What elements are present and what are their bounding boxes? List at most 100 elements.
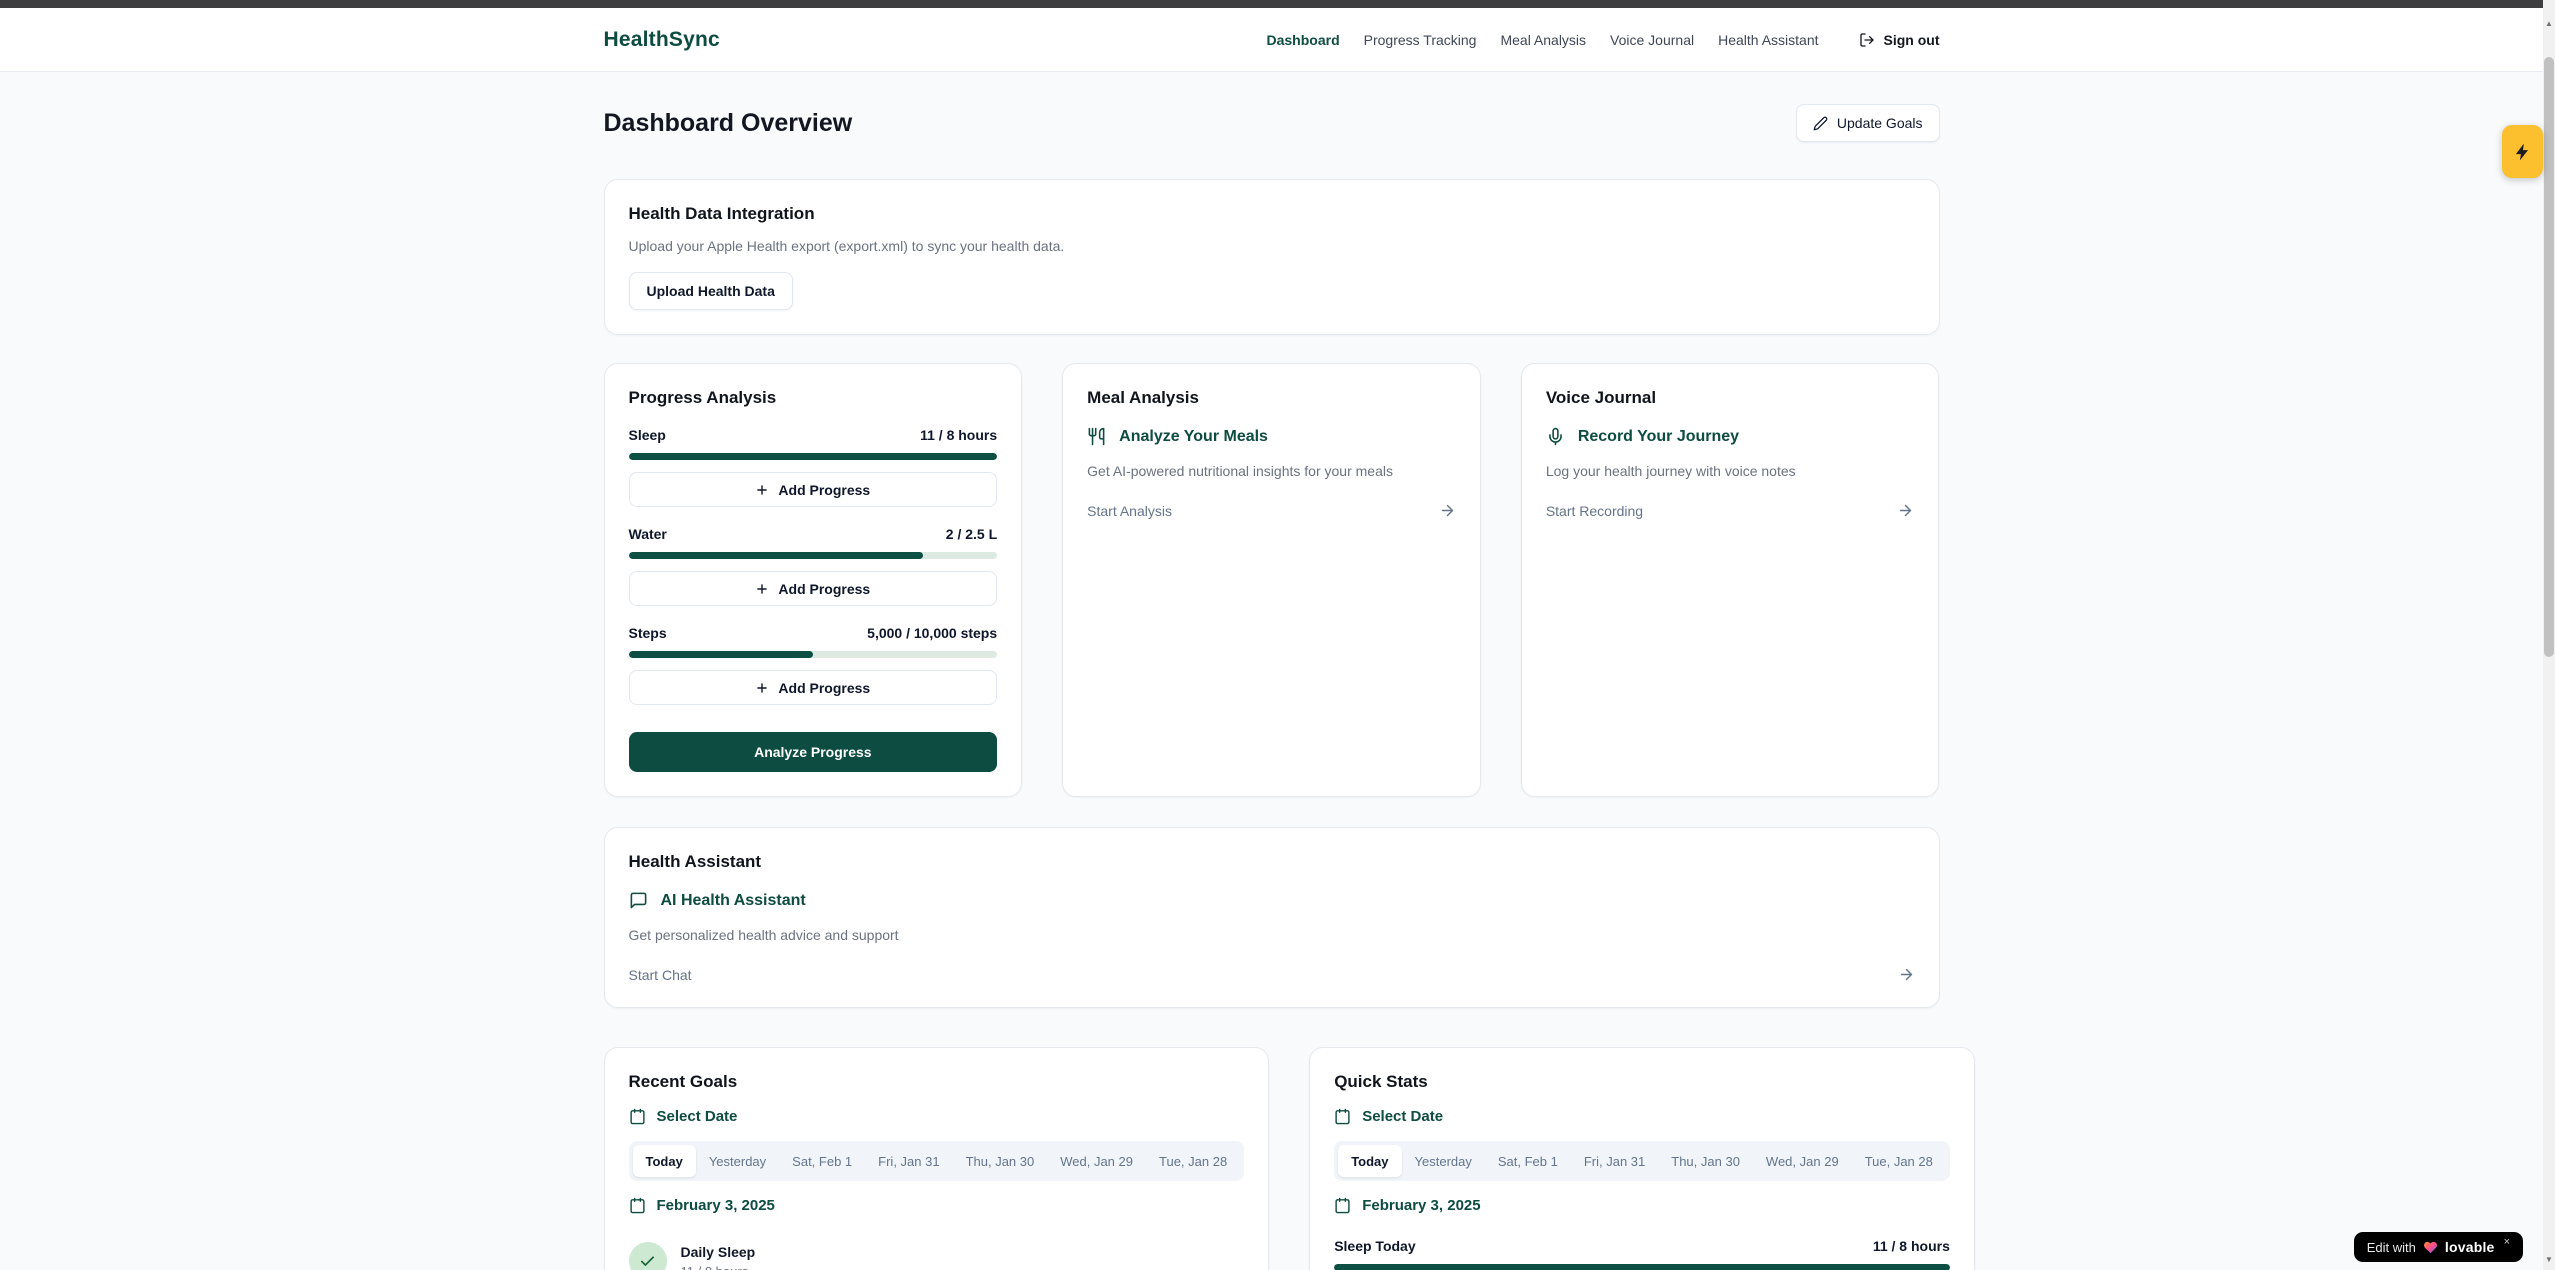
selected-date-display[interactable]: February 3, 2025 (1334, 1197, 1950, 1214)
scrollbar-thumb[interactable] (2544, 57, 2554, 657)
nav-health-assistant[interactable]: Health Assistant (1718, 32, 1818, 48)
meal-analysis-title: Meal Analysis (1087, 388, 1456, 408)
lovable-prefix: Edit with (2367, 1240, 2416, 1255)
calendar-icon (629, 1108, 646, 1125)
metric-label: Water (629, 526, 667, 542)
date-tab[interactable]: Thu, Jan 30 (1658, 1145, 1753, 1177)
date-tab-yesterday[interactable]: Yesterday (1402, 1145, 1485, 1177)
date-tab-yesterday[interactable]: Yesterday (696, 1145, 779, 1177)
progress-bar (629, 552, 998, 559)
calendar-icon (1334, 1197, 1351, 1214)
select-date-label: Select Date (657, 1108, 738, 1125)
analyze-your-meals-link[interactable]: Analyze Your Meals (1087, 427, 1456, 446)
plus-icon (755, 582, 769, 596)
utensils-icon (1087, 427, 1106, 446)
add-progress-button[interactable]: Add Progress (629, 472, 998, 507)
update-goals-button[interactable]: Update Goals (1796, 104, 1940, 142)
date-tab-today[interactable]: Today (1338, 1145, 1401, 1177)
health-assistant-card: Health Assistant AI Health Assistant Get… (604, 827, 1940, 1008)
progress-analysis-title: Progress Analysis (629, 388, 998, 408)
voice-description: Log your health journey with voice notes (1546, 463, 1915, 479)
update-goals-label: Update Goals (1837, 115, 1923, 131)
record-your-journey-link[interactable]: Record Your Journey (1546, 427, 1915, 446)
microphone-icon (1546, 427, 1565, 446)
date-tab[interactable]: Thu, Jan 30 (953, 1145, 1048, 1177)
select-date-button[interactable]: Select Date (1334, 1108, 1950, 1125)
date-tab[interactable]: Sat, Feb 1 (779, 1145, 865, 1177)
edit-with-lovable-badge[interactable]: Edit with lovable × (2354, 1232, 2523, 1262)
date-tab[interactable]: Wed, Jan 29 (1753, 1145, 1852, 1177)
analyze-your-meals-label: Analyze Your Meals (1119, 428, 1268, 446)
date-tab[interactable]: Fri, Jan 31 (865, 1145, 952, 1177)
analyze-progress-button[interactable]: Analyze Progress (629, 732, 998, 772)
arrow-right-icon (1897, 502, 1914, 519)
date-tab[interactable]: Wed, Jan 29 (1047, 1145, 1146, 1177)
selected-date-label: February 3, 2025 (657, 1197, 775, 1214)
health-data-integration-card: Health Data Integration Upload your Appl… (604, 179, 1940, 335)
date-tab[interactable]: Tue, Jan 28 (1146, 1145, 1240, 1177)
start-recording-label: Start Recording (1546, 503, 1643, 519)
quick-stats-title: Quick Stats (1334, 1072, 1950, 1092)
select-date-label: Select Date (1362, 1108, 1443, 1125)
date-tab[interactable]: Tue, Jan 28 (1852, 1145, 1946, 1177)
metric-label: Sleep (629, 427, 666, 443)
assistant-description: Get personalized health advice and suppo… (629, 927, 1915, 943)
voice-journal-title: Voice Journal (1546, 388, 1915, 408)
progress-analysis-card: Progress Analysis Sleep 11 / 8 hours Add… (604, 363, 1023, 797)
selected-date-display[interactable]: February 3, 2025 (629, 1197, 1245, 1214)
sign-out-label: Sign out (1884, 32, 1940, 48)
health-assistant-title: Health Assistant (629, 852, 1915, 872)
lovable-heart-icon (2423, 1240, 2438, 1255)
sign-out-button[interactable]: Sign out (1859, 32, 1940, 48)
log-out-icon (1859, 32, 1875, 48)
app-logo: HealthSync (604, 28, 720, 52)
nav-progress-tracking[interactable]: Progress Tracking (1364, 32, 1477, 48)
date-tabs: Today Yesterday Sat, Feb 1 Fri, Jan 31 T… (1334, 1141, 1950, 1181)
main-content: Dashboard Overview Update Goals Health D… (604, 104, 1940, 1270)
stat-value: 11 / 8 hours (1873, 1238, 1950, 1254)
lovable-brand-label: lovable (2445, 1239, 2495, 1255)
voice-journal-card: Voice Journal Record Your Journey Log yo… (1521, 363, 1940, 797)
vertical-scrollbar[interactable]: ▲ ▼ (2543, 0, 2555, 1270)
metric-value: 5,000 / 10,000 steps (867, 625, 997, 641)
start-analysis-action[interactable]: Start Analysis (1087, 502, 1456, 519)
progress-bar (629, 651, 998, 658)
scroll-up-arrow[interactable]: ▲ (2543, 16, 2555, 30)
metric-steps: Steps 5,000 / 10,000 steps Add Progress (629, 625, 998, 705)
pencil-icon (1813, 116, 1828, 131)
progress-bar (629, 453, 998, 460)
lovable-sidebar-tab[interactable] (2502, 125, 2543, 178)
close-icon[interactable]: × (2504, 1236, 2510, 1248)
check-circle-icon (629, 1242, 667, 1270)
date-tab-today[interactable]: Today (633, 1145, 696, 1177)
selected-date-label: February 3, 2025 (1362, 1197, 1480, 1214)
calendar-icon (629, 1197, 646, 1214)
record-your-journey-label: Record Your Journey (1578, 428, 1739, 446)
add-progress-button[interactable]: Add Progress (629, 670, 998, 705)
metric-value: 11 / 8 hours (920, 427, 997, 443)
goal-name: Daily Sleep (681, 1244, 756, 1260)
plus-icon (755, 681, 769, 695)
stat-label: Sleep Today (1334, 1238, 1415, 1254)
upload-health-data-button[interactable]: Upload Health Data (629, 272, 793, 310)
add-progress-button[interactable]: Add Progress (629, 571, 998, 606)
scroll-down-arrow[interactable]: ▼ (2543, 1252, 2555, 1266)
lovable-bolt-icon (2513, 142, 2533, 162)
select-date-button[interactable]: Select Date (629, 1108, 1245, 1125)
quick-stats-card: Quick Stats Select Date Today Yesterday … (1309, 1047, 1975, 1270)
add-progress-label: Add Progress (778, 581, 870, 597)
ai-health-assistant-label: AI Health Assistant (661, 892, 806, 910)
add-progress-label: Add Progress (778, 482, 870, 498)
start-recording-action[interactable]: Start Recording (1546, 502, 1915, 519)
nav-meal-analysis[interactable]: Meal Analysis (1500, 32, 1586, 48)
nav-dashboard[interactable]: Dashboard (1267, 32, 1340, 48)
plus-icon (755, 483, 769, 497)
start-chat-action[interactable]: Start Chat (629, 966, 1915, 983)
recent-goals-title: Recent Goals (629, 1072, 1245, 1092)
recent-goals-card: Recent Goals Select Date Today Yesterday… (604, 1047, 1270, 1270)
date-tab[interactable]: Sat, Feb 1 (1485, 1145, 1571, 1177)
date-tab[interactable]: Fri, Jan 31 (1571, 1145, 1658, 1177)
nav-voice-journal[interactable]: Voice Journal (1610, 32, 1694, 48)
goal-list-item: Daily Sleep 11 / 8 hours (629, 1242, 1245, 1270)
ai-health-assistant-link[interactable]: AI Health Assistant (629, 891, 1915, 910)
